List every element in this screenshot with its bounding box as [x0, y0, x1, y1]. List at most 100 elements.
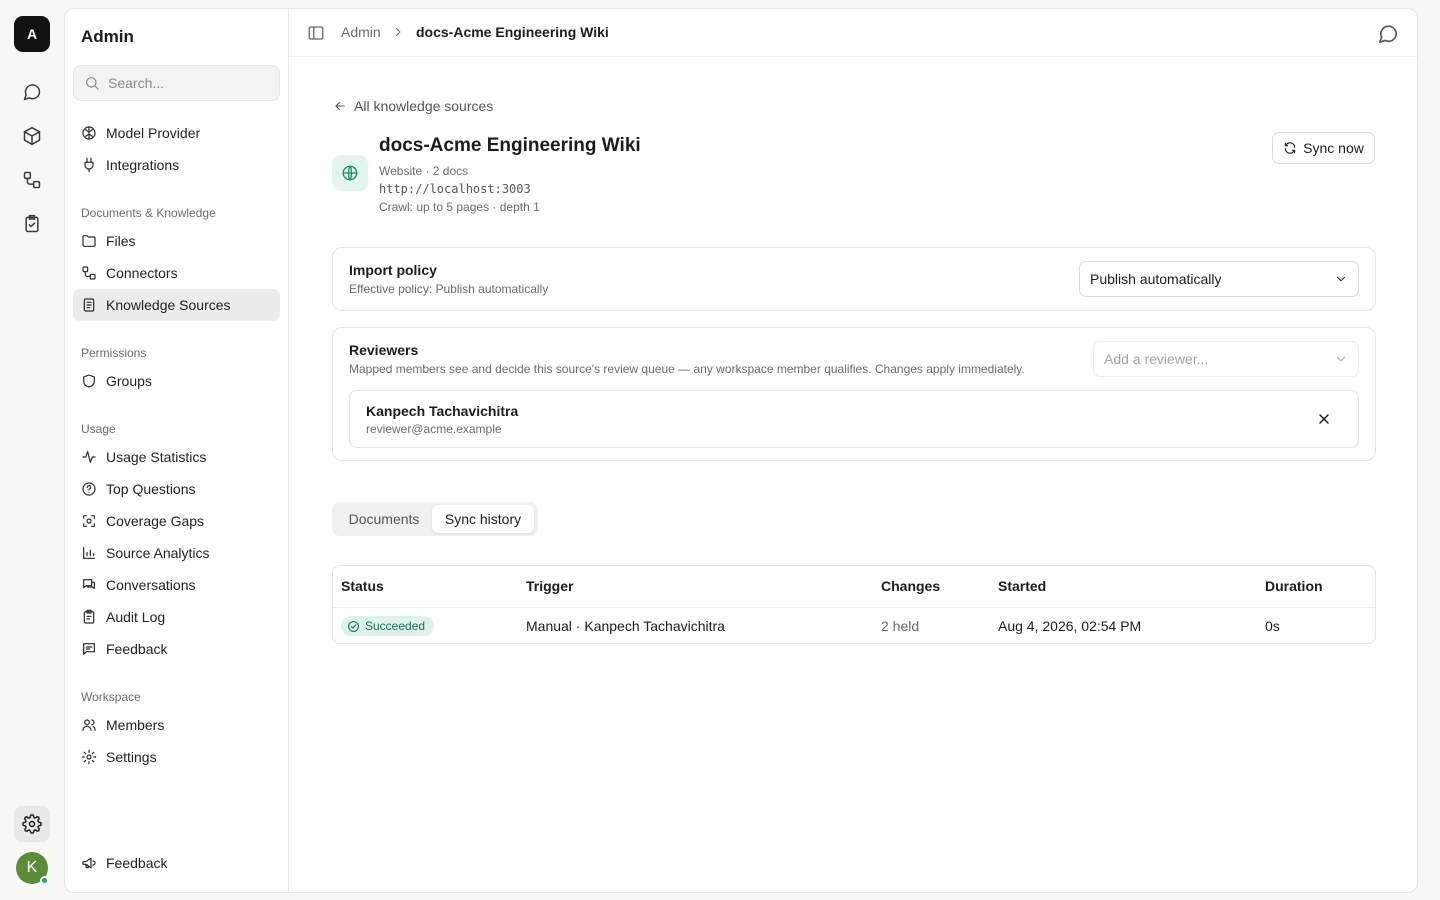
connectors-icon[interactable] — [14, 162, 50, 198]
sidebar-item-model-provider[interactable]: Model Provider — [73, 117, 280, 149]
chat-icon[interactable] — [14, 74, 50, 110]
sidebar-item-files[interactable]: Files — [73, 225, 280, 257]
table-row[interactable]: Succeeded Manual · Kanpech Tachavichitra… — [333, 607, 1375, 643]
sidebar-item-label: Files — [106, 233, 136, 249]
column-header-status[interactable]: Status — [341, 578, 384, 594]
sidebar-item-label: Source Analytics — [106, 545, 210, 561]
column-header-started[interactable]: Started — [998, 578, 1046, 594]
workspace-logo[interactable]: A — [14, 16, 50, 52]
reviewer-email: reviewer@acme.example — [366, 422, 502, 436]
clipboard-check-icon[interactable] — [14, 206, 50, 242]
sidebar-item-groups[interactable]: Groups — [73, 365, 280, 397]
app-rail: A K — [0, 0, 64, 900]
book-icon — [83, 298, 95, 312]
settings-icon[interactable] — [14, 806, 50, 842]
source-tabs: Documents Sync history — [332, 502, 538, 536]
main-frame: Admin Search... Model Provider Integrati… — [64, 8, 1418, 893]
activity-icon — [82, 451, 96, 463]
import-policy-card: Import policy Effective policy: Publish … — [332, 247, 1376, 311]
sidebar-item-integrations[interactable]: Integrations — [73, 149, 280, 181]
cube-icon[interactable] — [14, 118, 50, 154]
import-policy-title: Import policy — [349, 262, 437, 278]
sidebar-item-label: Coverage Gaps — [106, 513, 205, 529]
column-header-duration[interactable]: Duration — [1265, 578, 1323, 594]
sidebar-item-settings[interactable]: Settings — [73, 741, 280, 773]
reviewers-subtitle: Mapped members see and decide this sourc… — [349, 362, 1025, 376]
column-header-trigger[interactable]: Trigger — [526, 578, 573, 594]
import-policy-select[interactable]: Publish automatically — [1079, 261, 1359, 297]
breadcrumb-current: docs-Acme Engineering Wiki — [416, 24, 609, 40]
tab-documents[interactable]: Documents — [336, 505, 432, 533]
gear-icon — [81, 749, 97, 765]
sidebar-item-label: Groups — [106, 373, 152, 389]
sidebar-item-audit-log[interactable]: Audit Log — [73, 601, 280, 633]
sidebar-item-label: Top Questions — [106, 481, 196, 497]
globe-icon — [332, 155, 368, 191]
sidebar-item-label: Feedback — [106, 641, 168, 657]
remove-reviewer-close-icon[interactable] — [1316, 411, 1332, 427]
import-policy-subtitle: Effective policy: Publish automatically — [349, 282, 549, 296]
breadcrumb-admin[interactable]: Admin — [341, 24, 381, 40]
refresh-icon — [1284, 142, 1296, 154]
sync-history-table: Status Trigger Changes Started Duration … — [332, 565, 1376, 644]
section-permissions: Permissions — [81, 346, 147, 360]
arrow-left-icon — [335, 101, 345, 111]
add-reviewer-placeholder: Add a reviewer... — [1104, 351, 1209, 367]
source-meta: Website · 2 docs — [379, 164, 469, 178]
sidebar-item-source-analytics[interactable]: Source Analytics — [73, 537, 280, 569]
sync-now-button[interactable]: Sync now — [1272, 132, 1375, 164]
scan-icon — [83, 515, 95, 527]
sidebar-item-top-questions[interactable]: Top Questions — [73, 473, 280, 505]
sidebar-item-label: Integrations — [106, 157, 180, 173]
import-policy-value: Publish automatically — [1090, 271, 1222, 287]
sidebar-item-connectors[interactable]: Connectors — [73, 257, 280, 289]
changes-cell[interactable]: 2 held — [881, 618, 919, 634]
message-text-icon — [83, 643, 95, 655]
section-documents-knowledge: Documents & Knowledge — [81, 206, 216, 220]
shield-icon — [83, 374, 95, 388]
chevron-down-icon — [1336, 356, 1346, 362]
sidebar-item-label: Feedback — [106, 855, 168, 871]
sidebar-item-members[interactable]: Members — [73, 709, 280, 741]
sidebar-item-label: Knowledge Sources — [106, 297, 231, 313]
user-avatar[interactable]: K — [16, 852, 49, 885]
admin-sidebar: Admin Search... Model Provider Integrati… — [65, 9, 289, 892]
source-url: http://localhost:3003 — [379, 182, 531, 196]
source-crawl-settings: Crawl: up to 5 pages · depth 1 — [379, 200, 540, 214]
avatar-letter: K — [26, 859, 38, 876]
search-icon — [86, 77, 99, 90]
reviewers-card: Reviewers Mapped members see and decide … — [332, 327, 1376, 461]
sidebar-item-label: Model Provider — [106, 125, 201, 141]
sidebar-item-label: Audit Log — [106, 609, 166, 625]
sidebar-item-feedback[interactable]: Feedback — [73, 633, 280, 665]
folder-icon — [82, 235, 96, 247]
reviewer-name: Kanpech Tachavichitra — [366, 403, 519, 419]
connectors-icon — [82, 266, 96, 280]
sidebar-toggle-icon[interactable] — [307, 24, 325, 42]
brain-icon — [82, 126, 96, 140]
chat-bubble-icon[interactable] — [1377, 23, 1399, 45]
users-icon — [82, 719, 96, 731]
clipboard-icon — [83, 609, 95, 624]
duration-cell: 0s — [1265, 618, 1280, 634]
trigger-cell: Manual · Kanpech Tachavichitra — [526, 618, 725, 634]
sidebar-title: Admin — [81, 27, 134, 46]
top-header: Admin docs-Acme Engineering Wiki — [289, 9, 1417, 57]
search-placeholder: Search... — [108, 75, 165, 91]
sidebar-search-input[interactable]: Search... — [73, 65, 280, 101]
column-header-changes[interactable]: Changes — [881, 578, 940, 594]
chevron-right-icon — [392, 26, 404, 38]
chevron-down-icon — [1336, 276, 1346, 282]
back-to-sources-link[interactable]: All knowledge sources — [333, 98, 493, 114]
sidebar-item-coverage-gaps[interactable]: Coverage Gaps — [73, 505, 280, 537]
status-badge: Succeeded — [341, 616, 435, 636]
sidebar-item-usage-statistics[interactable]: Usage Statistics — [73, 441, 280, 473]
sync-now-label: Sync now — [1303, 140, 1364, 156]
main-content: All knowledge sources docs-Acme Engineer… — [289, 57, 1417, 892]
status-text: Succeeded — [365, 619, 426, 633]
tab-sync-history[interactable]: Sync history — [432, 505, 534, 533]
sidebar-footer-feedback[interactable]: Feedback — [73, 847, 280, 879]
sidebar-item-conversations[interactable]: Conversations — [73, 569, 280, 601]
sidebar-item-knowledge-sources[interactable]: Knowledge Sources — [73, 289, 280, 321]
add-reviewer-select[interactable]: Add a reviewer... — [1093, 341, 1359, 377]
